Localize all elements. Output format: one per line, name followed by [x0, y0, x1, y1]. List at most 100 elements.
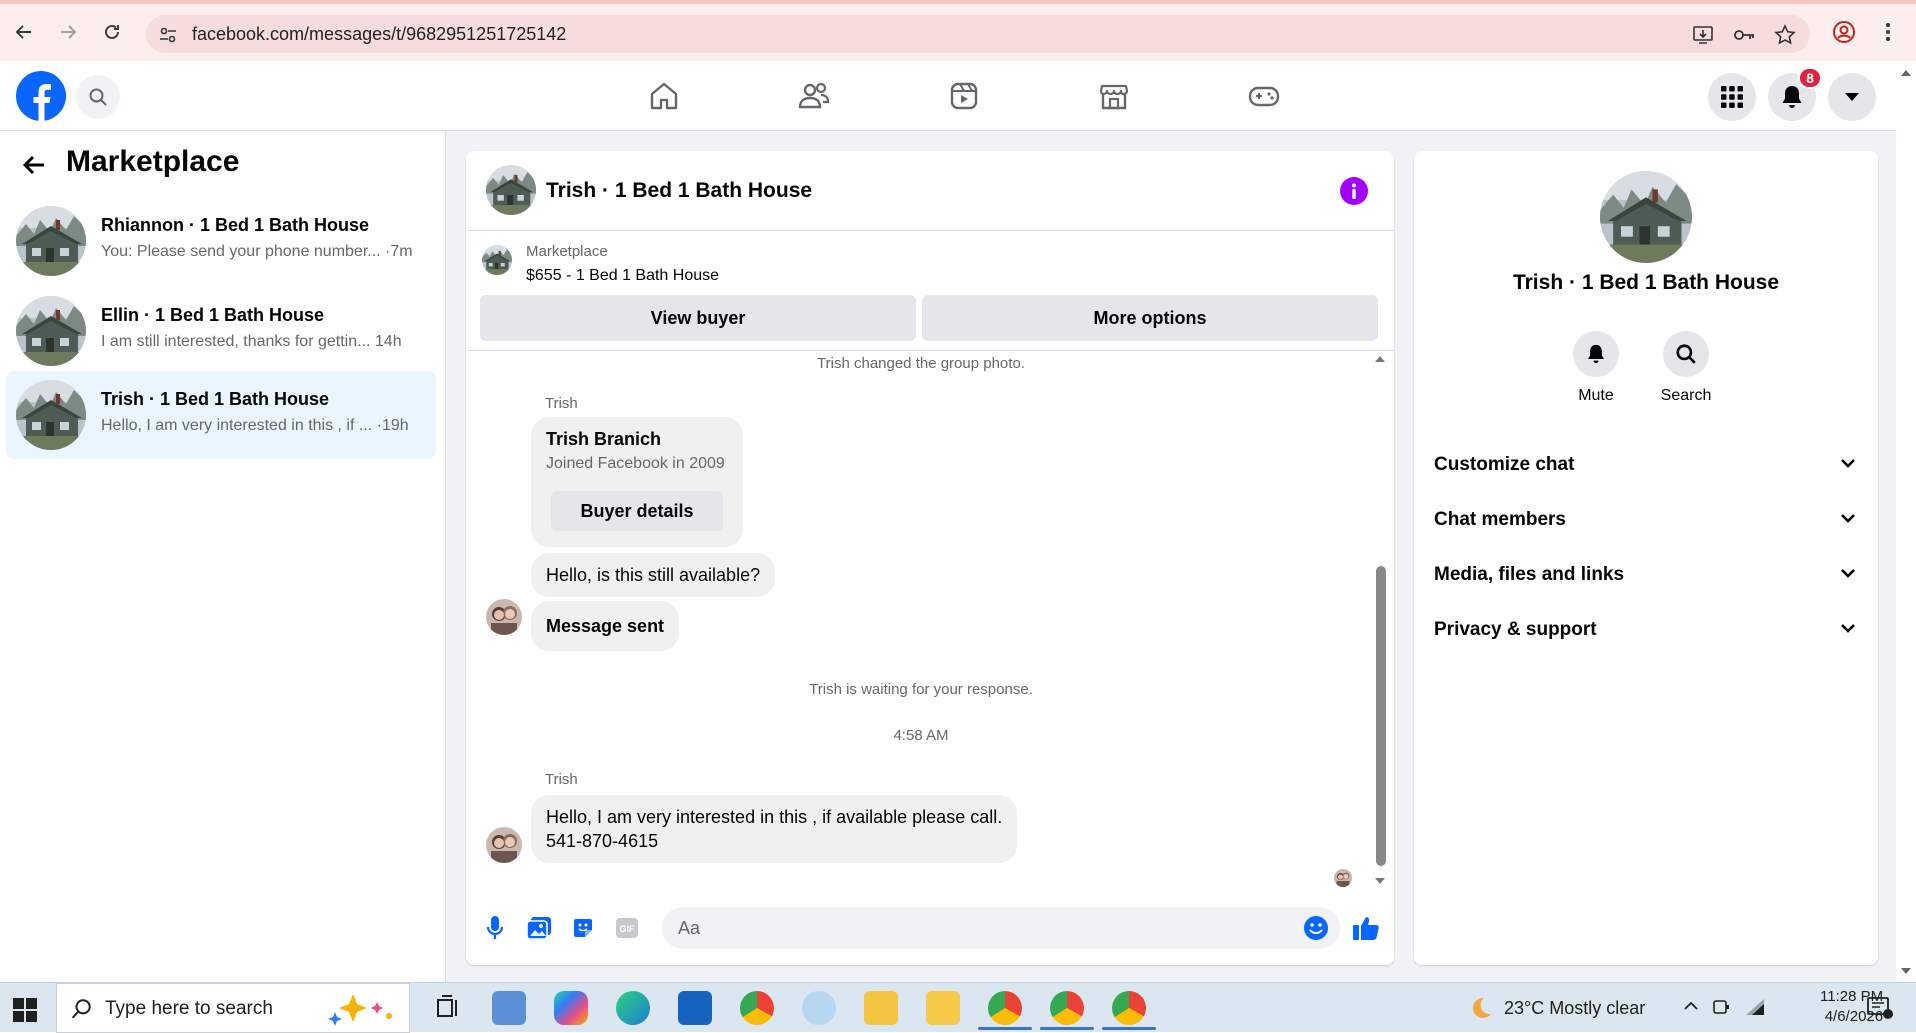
snipping-tool-icon[interactable]: [802, 991, 836, 1025]
reload-icon[interactable]: [98, 18, 126, 46]
page-scrollbar[interactable]: [1896, 61, 1916, 982]
chat-details-panel: Trish · 1 Bed 1 Bath House Mute Search C…: [1414, 151, 1878, 965]
section-privacy-support[interactable]: Privacy & support: [1414, 605, 1878, 653]
conversation-item[interactable]: Rhiannon · 1 Bed 1 Bath House You: Pleas…: [6, 197, 436, 285]
buyer-details-button[interactable]: Buyer details: [551, 491, 723, 531]
search-icon: [1676, 344, 1696, 364]
chat-title[interactable]: Trish · 1 Bed 1 Bath House: [546, 179, 812, 203]
section-customize-chat[interactable]: Customize chat: [1414, 440, 1878, 488]
search-conversation-button[interactable]: Search: [1646, 331, 1726, 405]
emoji-icon[interactable]: [1301, 913, 1331, 943]
outlook-icon[interactable]: [678, 991, 712, 1025]
nav-friends[interactable]: [754, 61, 874, 131]
group-photo-notice: Trish changed the group photo.: [817, 355, 1025, 372]
video-icon: [950, 82, 978, 110]
chevron-up-icon[interactable]: [1682, 997, 1700, 1015]
bookmark-star-icon[interactable]: [1774, 24, 1796, 46]
message-bubble[interactable]: Hello, I am very interested in this , if…: [531, 795, 1018, 863]
mute-button[interactable]: Mute: [1556, 331, 1636, 405]
nav-gaming[interactable]: [1204, 61, 1324, 131]
details-avatar[interactable]: [1600, 171, 1692, 263]
wifi-icon[interactable]: [1744, 997, 1766, 1017]
message-bubble[interactable]: Message sent: [531, 601, 680, 651]
photos-app-icon[interactable]: [492, 991, 526, 1025]
chrome-profile-icon[interactable]: [1050, 991, 1084, 1025]
photo-gallery-icon[interactable]: [524, 913, 554, 943]
active-app-indicator: [978, 1027, 1032, 1030]
url-text[interactable]: facebook.com/messages/t/9682951251725142: [192, 24, 566, 45]
waiting-notice: Trish is waiting for your response.: [809, 681, 1033, 698]
chrome-icon[interactable]: [740, 991, 774, 1025]
message-text: 541-870-4615: [546, 831, 659, 851]
marketplace-icon: [1099, 84, 1129, 110]
chevron-down-icon: [1841, 624, 1855, 633]
sticky-notes-icon[interactable]: [926, 991, 960, 1025]
chevron-down-icon: [1841, 459, 1855, 468]
chrome-profile-icon[interactable]: [1112, 991, 1146, 1025]
grid-menu-icon: [1721, 86, 1743, 108]
sender-avatar[interactable]: [486, 827, 522, 863]
facebook-header: 8: [0, 61, 1896, 131]
message-list: Trish changed the group photo. Trish Tri…: [466, 351, 1394, 891]
notifications-button[interactable]: 8: [1768, 67, 1822, 121]
conversation-preview: I am still interested, thanks for gettin…: [101, 333, 402, 350]
file-explorer-icon[interactable]: [864, 991, 898, 1025]
message-bubble[interactable]: Hello, is this still available?: [531, 553, 776, 597]
profile-icon[interactable]: [1830, 18, 1858, 46]
browser-toolbar: facebook.com/messages/t/9682951251725142: [0, 0, 1916, 61]
browser-menu-icon[interactable]: [1874, 18, 1902, 46]
thumbs-up-icon[interactable]: [1351, 913, 1381, 943]
nav-marketplace[interactable]: [1054, 61, 1174, 131]
account-button[interactable]: [1828, 73, 1876, 121]
mute-label: Mute: [1578, 387, 1614, 404]
site-info-icon[interactable]: [158, 25, 178, 45]
conversation-item[interactable]: Ellin · 1 Bed 1 Bath House I am still in…: [6, 287, 436, 375]
nav-video[interactable]: [904, 61, 1024, 131]
conversation-item-active[interactable]: Trish · 1 Bed 1 Bath House Hello, I am v…: [6, 371, 436, 459]
bell-icon: [1782, 86, 1802, 108]
install-app-icon[interactable]: [1692, 24, 1714, 46]
sticker-icon[interactable]: [568, 913, 598, 943]
section-chat-members[interactable]: Chat members: [1414, 495, 1878, 543]
listing-price-title[interactable]: $655 - 1 Bed 1 Bath House: [526, 267, 719, 285]
conversation-avatar: [16, 206, 86, 276]
more-options-button[interactable]: More options: [922, 295, 1378, 341]
section-media-files-links[interactable]: Media, files and links: [1414, 550, 1878, 598]
buyer-joined: Joined Facebook in 2009: [546, 455, 725, 472]
back-arrow-icon[interactable]: [10, 18, 38, 46]
scrollbar-thumb[interactable]: [1376, 566, 1386, 866]
facebook-logo-icon[interactable]: [16, 71, 66, 121]
info-icon[interactable]: [1340, 177, 1368, 205]
sender-avatar[interactable]: [486, 599, 522, 635]
conversation-avatar: [16, 296, 86, 366]
battery-icon[interactable]: [1712, 997, 1732, 1017]
listing-banner: Marketplace $655 - 1 Bed 1 Bath House Vi…: [466, 231, 1394, 351]
chat-header: Trish · 1 Bed 1 Bath House: [466, 151, 1394, 231]
friends-icon: [798, 82, 830, 109]
taskbar-search-box[interactable]: Type here to search: [56, 983, 410, 1033]
copilot-app-icon[interactable]: [554, 991, 588, 1025]
forward-arrow-icon[interactable]: [54, 18, 82, 46]
task-view-icon[interactable]: [430, 991, 464, 1025]
back-arrow-icon[interactable]: [20, 151, 48, 179]
edge-browser-icon[interactable]: [616, 991, 650, 1025]
taskbar-search-placeholder: Type here to search: [105, 998, 273, 1019]
gif-icon[interactable]: GIF: [612, 913, 642, 943]
weather-widget[interactable]: 23°C Mostly clear: [1468, 995, 1645, 1021]
view-buyer-button[interactable]: View buyer: [480, 295, 916, 341]
message-input[interactable]: [662, 907, 1340, 949]
notification-badge: 8: [1798, 67, 1822, 89]
chat-avatar[interactable]: [486, 165, 536, 215]
microphone-icon[interactable]: [480, 913, 510, 943]
notification-center-icon[interactable]: [1866, 995, 1894, 1021]
nav-home[interactable]: [604, 61, 724, 131]
facebook-search-button[interactable]: [76, 75, 120, 119]
chrome-profile-icon[interactable]: [988, 991, 1022, 1025]
message-composer: GIF: [466, 891, 1394, 965]
menu-grid-button[interactable]: [1708, 73, 1756, 121]
windows-start-icon[interactable]: [12, 997, 38, 1023]
password-key-icon[interactable]: [1732, 24, 1756, 46]
sender-name: Trish: [545, 395, 578, 412]
chat-scrollbar[interactable]: [1373, 351, 1387, 891]
address-bar[interactable]: facebook.com/messages/t/9682951251725142: [146, 15, 1810, 53]
